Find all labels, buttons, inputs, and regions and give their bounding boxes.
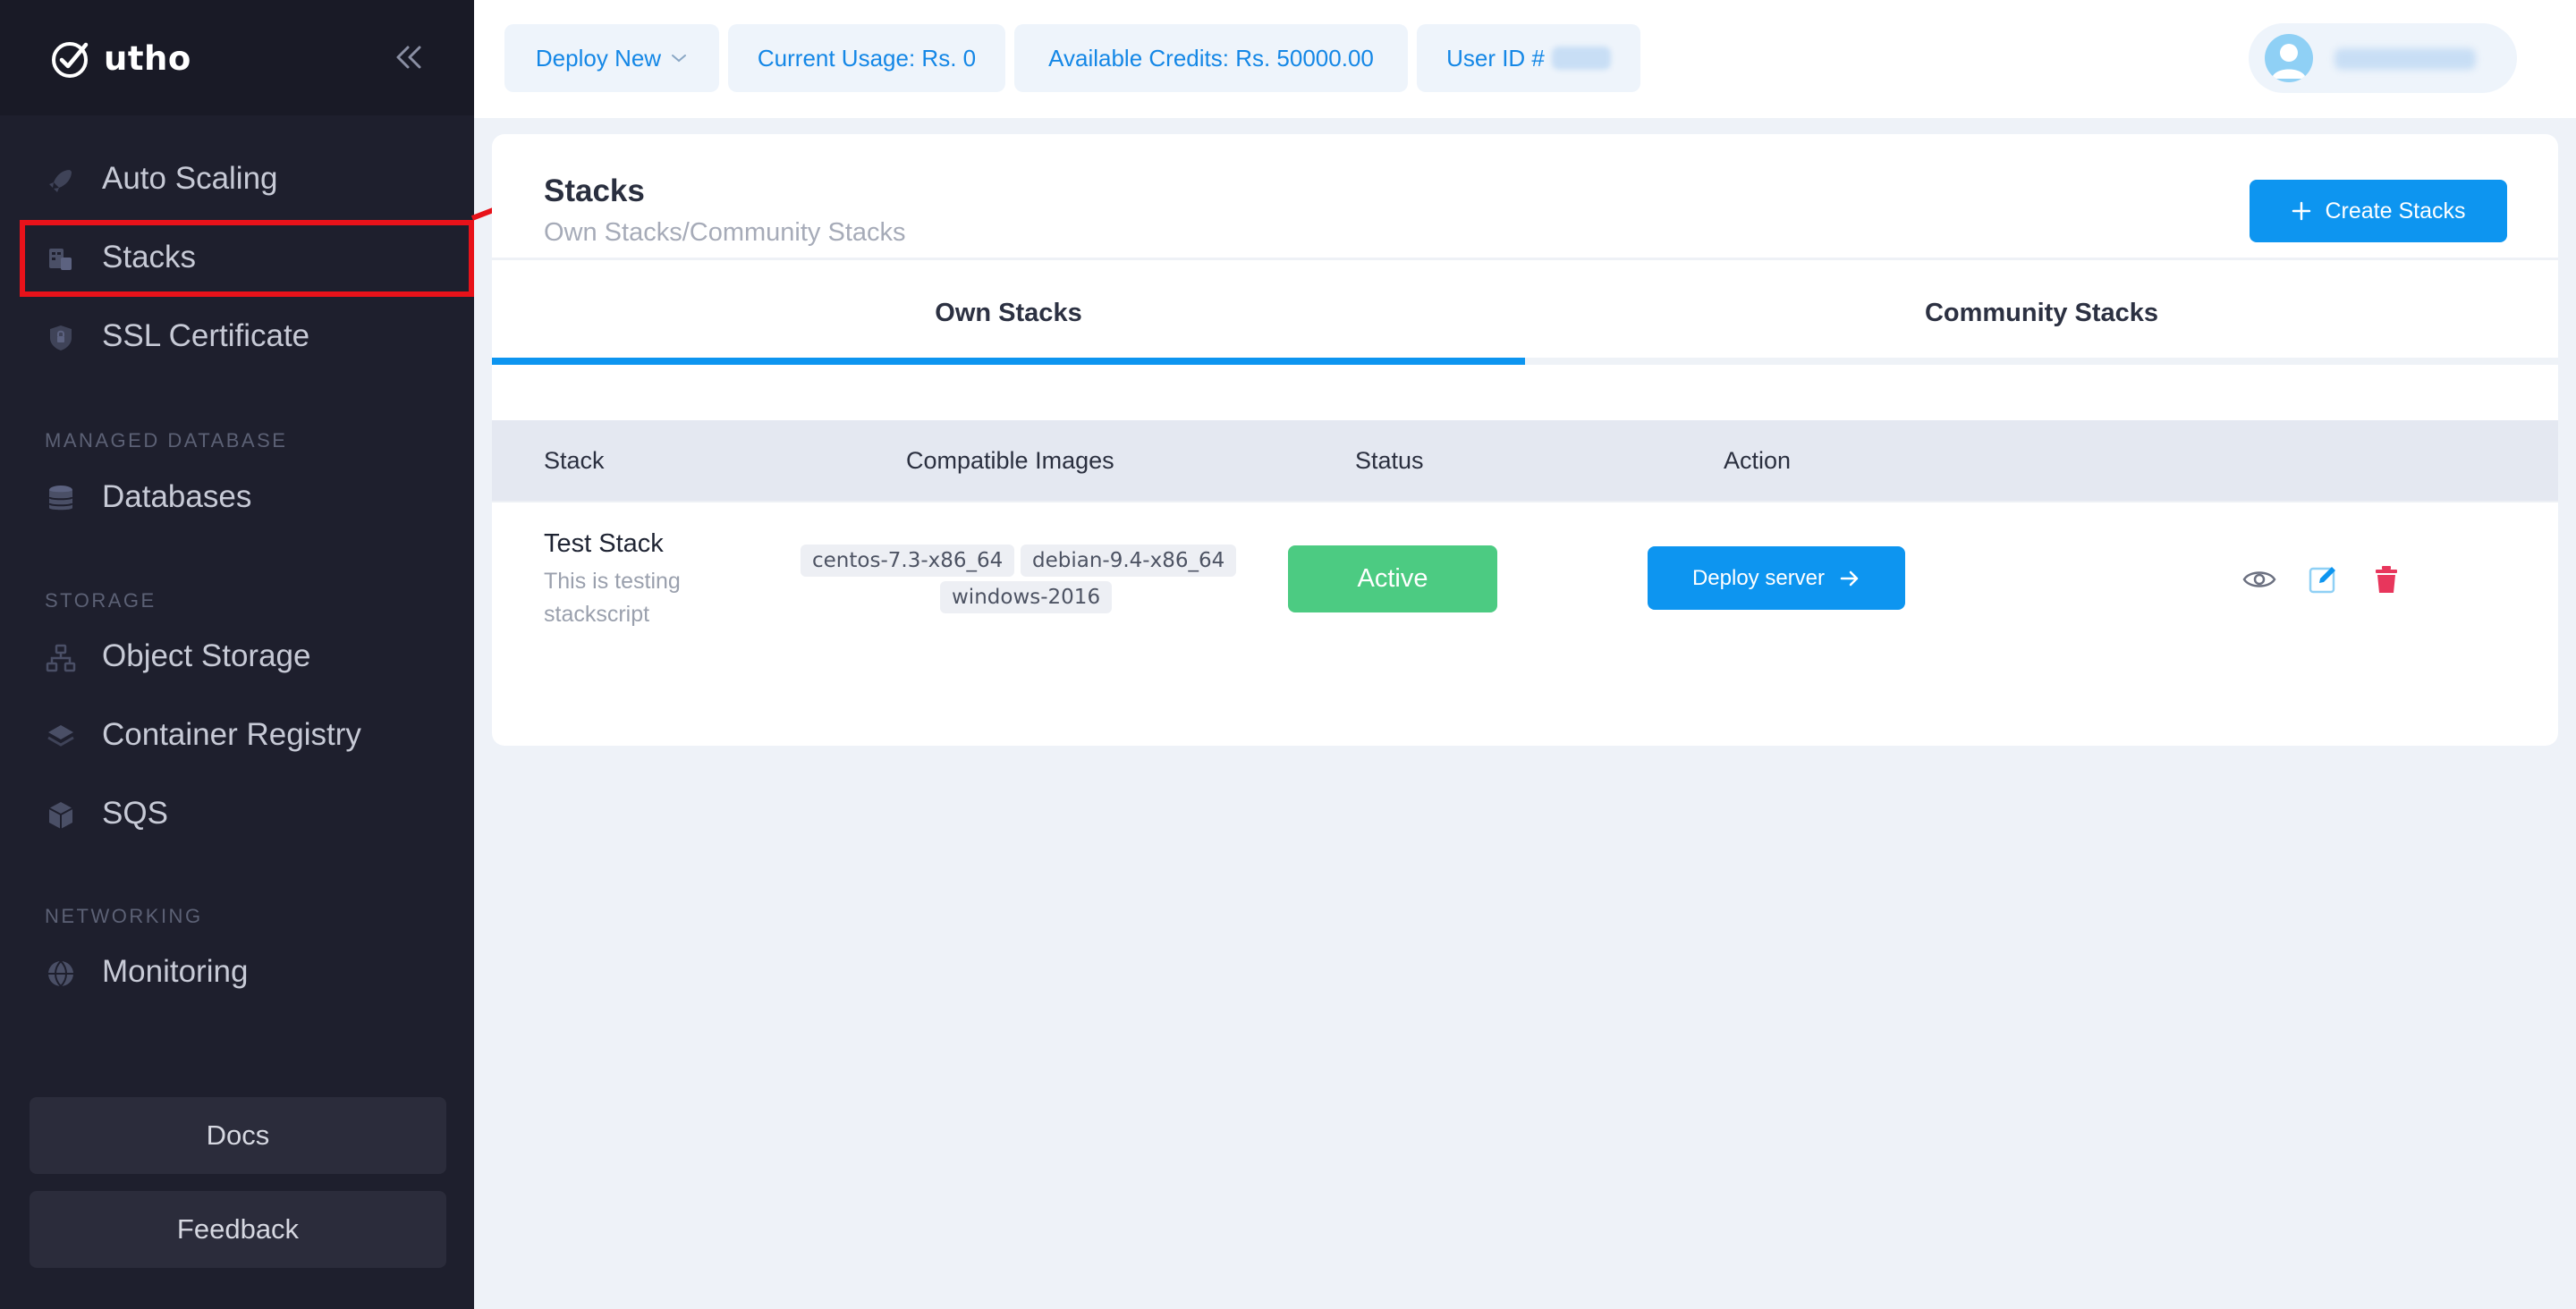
deploy-new-label: Deploy New [535, 44, 662, 72]
rocket-icon [49, 170, 72, 192]
sidebar-item-container-registry[interactable]: Container Registry [21, 699, 472, 771]
divider [492, 501, 2558, 502]
divider [492, 258, 2558, 260]
available-credits-text: Available Credits: Rs. 50000.00 [1048, 44, 1374, 72]
page-subtitle: Own Stacks/Community Stacks [544, 218, 906, 247]
globe-icon [48, 960, 73, 987]
deploy-server-button[interactable]: Deploy server [1648, 546, 1905, 610]
utho-logo-icon [52, 42, 89, 78]
sidebar-item-label: Databases [102, 479, 252, 514]
image-chip: centos-7.3-x86_64 [801, 545, 1015, 577]
image-chip: windows-2016 [940, 581, 1113, 613]
user-name-redacted [2334, 48, 2476, 70]
hexagon-icon [48, 802, 73, 829]
highlight-annotation-box [20, 220, 474, 297]
sidebar-item-label: Auto Scaling [102, 161, 278, 196]
feedback-button[interactable]: Feedback [30, 1191, 446, 1268]
sidebar-item-sqs[interactable]: SQS [21, 778, 472, 849]
sidebar: utho Auto Scaling Stacks SSL Certificate… [0, 0, 474, 1309]
topbar: Deploy New Current Usage: Rs. 0 Availabl… [474, 0, 2576, 118]
sidebar-item-label: SSL Certificate [102, 318, 310, 353]
tab-own-stacks[interactable]: Own Stacks [492, 261, 1525, 365]
user-id-label: User ID # [1446, 44, 1545, 72]
section-networking: NETWORKING [45, 905, 203, 927]
sidebar-item-object-storage[interactable]: Object Storage [21, 621, 472, 692]
collapse-sidebar-button[interactable] [386, 39, 431, 75]
plus-icon [2292, 201, 2311, 221]
active-tab-indicator [492, 358, 1525, 365]
sidebar-item-ssl-certificate[interactable]: SSL Certificate [21, 300, 472, 372]
layers-icon [47, 725, 74, 747]
double-chevron-left-icon [396, 46, 421, 69]
shield-icon [50, 325, 72, 350]
create-stacks-label: Create Stacks [2325, 198, 2466, 224]
chevron-down-icon [672, 55, 687, 63]
available-credits-badge: Available Credits: Rs. 50000.00 [1014, 24, 1408, 92]
table-header: Stack Compatible Images Status Action [492, 420, 2558, 501]
deploy-server-label: Deploy server [1691, 565, 1826, 590]
page-title: Stacks [544, 173, 645, 208]
view-button[interactable] [2241, 562, 2277, 597]
avatar [2265, 34, 2313, 82]
trash-icon [2376, 566, 2397, 593]
stack-name[interactable]: Test Stack [544, 529, 664, 559]
database-icon [48, 486, 73, 511]
sidebar-item-label: Monitoring [102, 954, 249, 989]
brand-logo[interactable]: utho [50, 34, 191, 82]
tab-community-stacks[interactable]: Community Stacks [1525, 261, 2558, 365]
sidebar-item-label: SQS [102, 796, 168, 831]
section-storage: STORAGE [45, 589, 157, 612]
deploy-new-dropdown[interactable]: Deploy New [504, 24, 719, 92]
stacks-card: Stacks Own Stacks/Community Stacks Creat… [492, 134, 2558, 746]
sidebar-item-monitoring[interactable]: Monitoring [21, 936, 472, 1008]
user-id-value-redacted [1551, 46, 1611, 70]
arrow-right-icon [1840, 570, 1859, 586]
stack-description: This is testing stackscript [544, 569, 681, 627]
edit-button[interactable] [2305, 562, 2341, 597]
edit-icon [2309, 567, 2335, 594]
column-header-stack: Stack [544, 447, 605, 474]
sidebar-item-databases[interactable]: Databases [21, 461, 472, 533]
delete-button[interactable] [2368, 562, 2404, 597]
docs-button[interactable]: Docs [30, 1097, 446, 1174]
current-usage-badge: Current Usage: Rs. 0 [728, 24, 1005, 92]
sidebar-item-label: Object Storage [102, 638, 311, 673]
object-storage-icon [46, 644, 76, 672]
create-stacks-button[interactable]: Create Stacks [2250, 180, 2507, 242]
status-badge: Active [1288, 545, 1497, 612]
sidebar-item-auto-scaling[interactable]: Auto Scaling [21, 143, 472, 215]
user-avatar-icon [2272, 44, 2306, 79]
current-usage-text: Current Usage: Rs. 0 [757, 44, 977, 72]
sidebar-item-label: Container Registry [102, 717, 361, 752]
user-id-badge: User ID # [1417, 24, 1640, 92]
column-header-action: Action [1724, 447, 1792, 474]
brand-name: utho [104, 38, 191, 78]
image-chip: debian-9.4-x86_64 [1021, 545, 1237, 577]
sidebar-header: utho [0, 0, 474, 115]
column-header-compatible-images: Compatible Images [906, 447, 1114, 474]
column-header-status: Status [1355, 447, 1424, 474]
user-menu[interactable] [2249, 23, 2517, 93]
section-managed-database: MANAGED DATABASE [45, 429, 288, 452]
eye-icon [2242, 571, 2276, 587]
